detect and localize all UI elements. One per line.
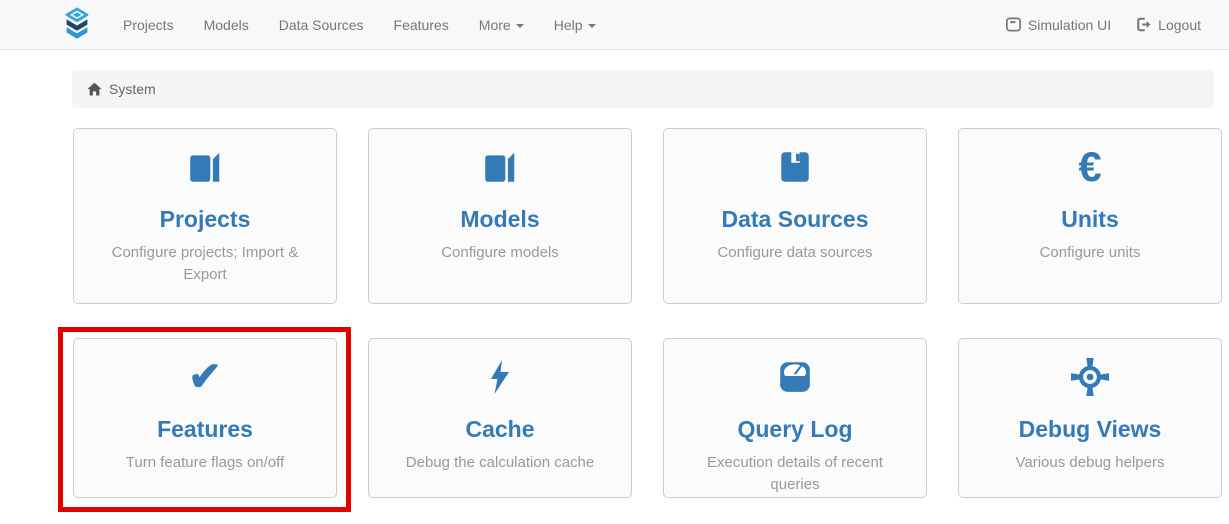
layers-logo-icon [60,7,94,43]
nav-item-more[interactable]: More [464,2,539,48]
floppy-disk-icon [664,144,926,190]
scale-icon [664,354,926,400]
tile-description: Configure data sources [682,242,908,264]
nav-item-label: More [479,17,511,33]
tile-title: Debug Views [959,416,1221,443]
navbar-right: Simulation UI Logout [993,1,1229,48]
nav-item-data-sources[interactable]: Data Sources [264,2,379,48]
crosshairs-icon [959,354,1221,400]
tile-title: Query Log [664,416,926,443]
euro-icon: € [959,144,1221,190]
tile-cache[interactable]: Cache Debug the calculation cache [368,338,632,498]
nav-item-projects[interactable]: Projects [108,2,189,48]
tile-title: Projects [74,206,336,233]
tile-title: Features [74,416,336,443]
book-icon [369,144,631,190]
nav-list-item: Data Sources [264,2,379,48]
nav-list-item: Models [189,2,264,48]
tile-units[interactable]: € Units Configure units [958,128,1222,304]
nav-list-item: Help [539,2,611,48]
tile-title: Cache [369,416,631,443]
nav-item-label: Simulation UI [1028,17,1111,33]
nav-item-label: Features [394,17,449,33]
tile-description: Debug the calculation cache [387,452,613,474]
caret-down-icon [516,24,524,28]
navbar-menu: Projects Models Data Sources Features More He… [108,2,611,48]
nav-item-label: Help [554,17,583,33]
tile-models[interactable]: Models Configure models [368,128,632,304]
nav-item-label: Data Sources [279,17,364,33]
flash-icon [369,354,631,400]
nav-item-features[interactable]: Features [379,2,464,48]
tile-description: Execution details of recent queries [682,452,908,496]
nav-list-item: Features [379,2,464,48]
tile-description: Configure projects; Import & Export [92,242,318,286]
tile-description: Various debug helpers [977,452,1203,474]
check-icon: ✔ [74,354,336,400]
nav-item-models[interactable]: Models [189,2,264,48]
nav-item-label: Projects [123,17,174,33]
breadcrumb-label: System [109,81,156,97]
nav-list-item: More [464,2,539,48]
modal-window-icon [1005,16,1022,33]
nav-item-help[interactable]: Help [539,2,611,48]
navbar-left: Projects Models Data Sources Features More He… [0,2,611,48]
caret-down-icon [588,24,596,28]
system-tiles-grid: Projects Configure projects; Import & Ex… [73,128,1229,498]
tile-debug-views[interactable]: Debug Views Various debug helpers [958,338,1222,498]
breadcrumb: System [72,70,1214,108]
tile-data-sources[interactable]: Data Sources Configure data sources [663,128,927,304]
home-icon[interactable] [87,82,102,97]
tile-title: Data Sources [664,206,926,233]
tile-projects[interactable]: Projects Configure projects; Import & Ex… [73,128,337,304]
nav-item-simulation-ui[interactable]: Simulation UI [993,1,1123,48]
app-logo[interactable] [60,7,94,43]
tile-title: Models [369,206,631,233]
tile-title: Units [959,206,1221,233]
tile-features[interactable]: ✔ Features Turn feature flags on/off [73,338,337,498]
tile-description: Configure models [387,242,613,264]
nav-item-label: Models [204,17,249,33]
book-icon [74,144,336,190]
tile-description: Configure units [977,242,1203,264]
logout-icon [1135,16,1152,33]
tile-description: Turn feature flags on/off [92,452,318,474]
nav-item-label: Logout [1158,17,1201,33]
tile-query-log[interactable]: Query Log Execution details of recent qu… [663,338,927,498]
nav-list-item: Projects [108,2,189,48]
nav-item-logout[interactable]: Logout [1123,1,1201,48]
top-navbar: Projects Models Data Sources Features More He… [0,0,1229,50]
